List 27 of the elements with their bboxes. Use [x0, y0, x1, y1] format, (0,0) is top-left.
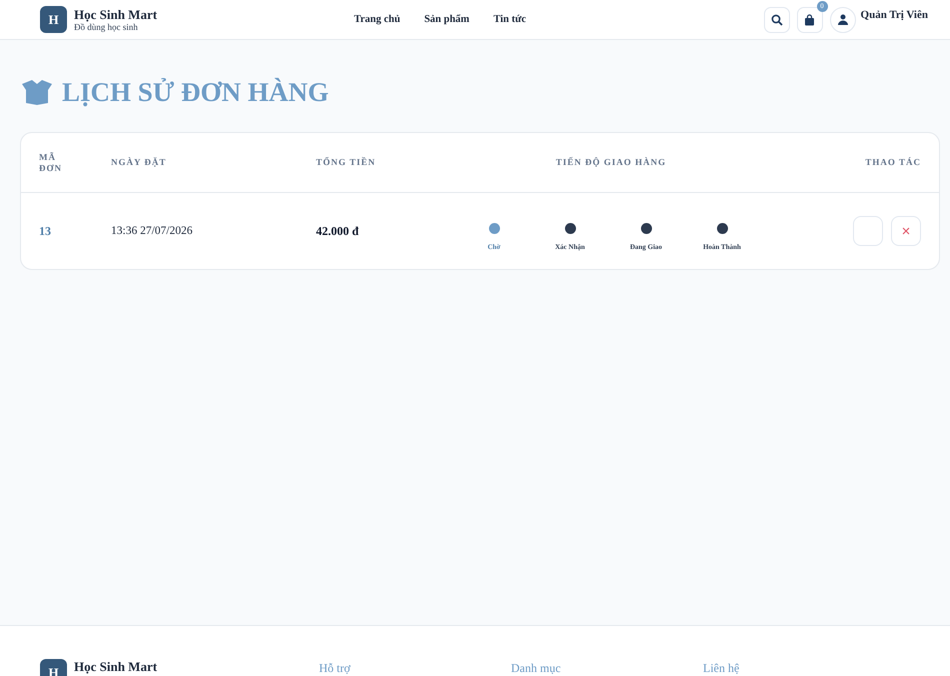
search-button[interactable] — [764, 6, 790, 32]
page-title: LỊCH SỬ ĐƠN HÀNG — [62, 76, 329, 108]
bag-icon — [804, 14, 816, 26]
order-date: 13:36 27/07/2026 — [111, 225, 194, 237]
column-header: TỔNG TIỀN — [316, 157, 377, 168]
column-header: NGÀY ĐẶT — [111, 157, 168, 168]
order-id[interactable]: 13 — [39, 224, 111, 238]
user-button[interactable] — [830, 6, 856, 32]
column-header: THAO TÁC — [864, 157, 921, 168]
user-name[interactable]: Quản Trị Viên — [860, 9, 928, 21]
search-icon — [770, 14, 783, 26]
footer-heading: Danh mục — [511, 660, 561, 675]
cart-button[interactable] — [796, 6, 823, 32]
nav-link[interactable]: Sản phẩm — [424, 14, 470, 25]
order-total: 42.000 đ — [316, 224, 360, 238]
user-icon — [838, 14, 848, 25]
column-header: TIẾN ĐỘ GIAO HÀNG — [554, 157, 668, 168]
footer-heading: Hỗ trợ — [319, 660, 350, 675]
column-header: MÃ ĐƠN — [39, 152, 63, 174]
nav-link[interactable]: Trang chủ — [354, 14, 400, 25]
brand-tagline: Đồ dùng học sinh — [74, 22, 139, 32]
brand-name: Học Sinh Mart — [74, 659, 158, 676]
nav-link[interactable]: Tin tức — [493, 14, 526, 25]
cancel-button[interactable]: × — [891, 216, 921, 246]
footer-heading: Liên hệ — [703, 660, 740, 675]
logo-mark: H — [40, 6, 67, 33]
brand-name: Học Sinh Mart — [74, 7, 158, 22]
